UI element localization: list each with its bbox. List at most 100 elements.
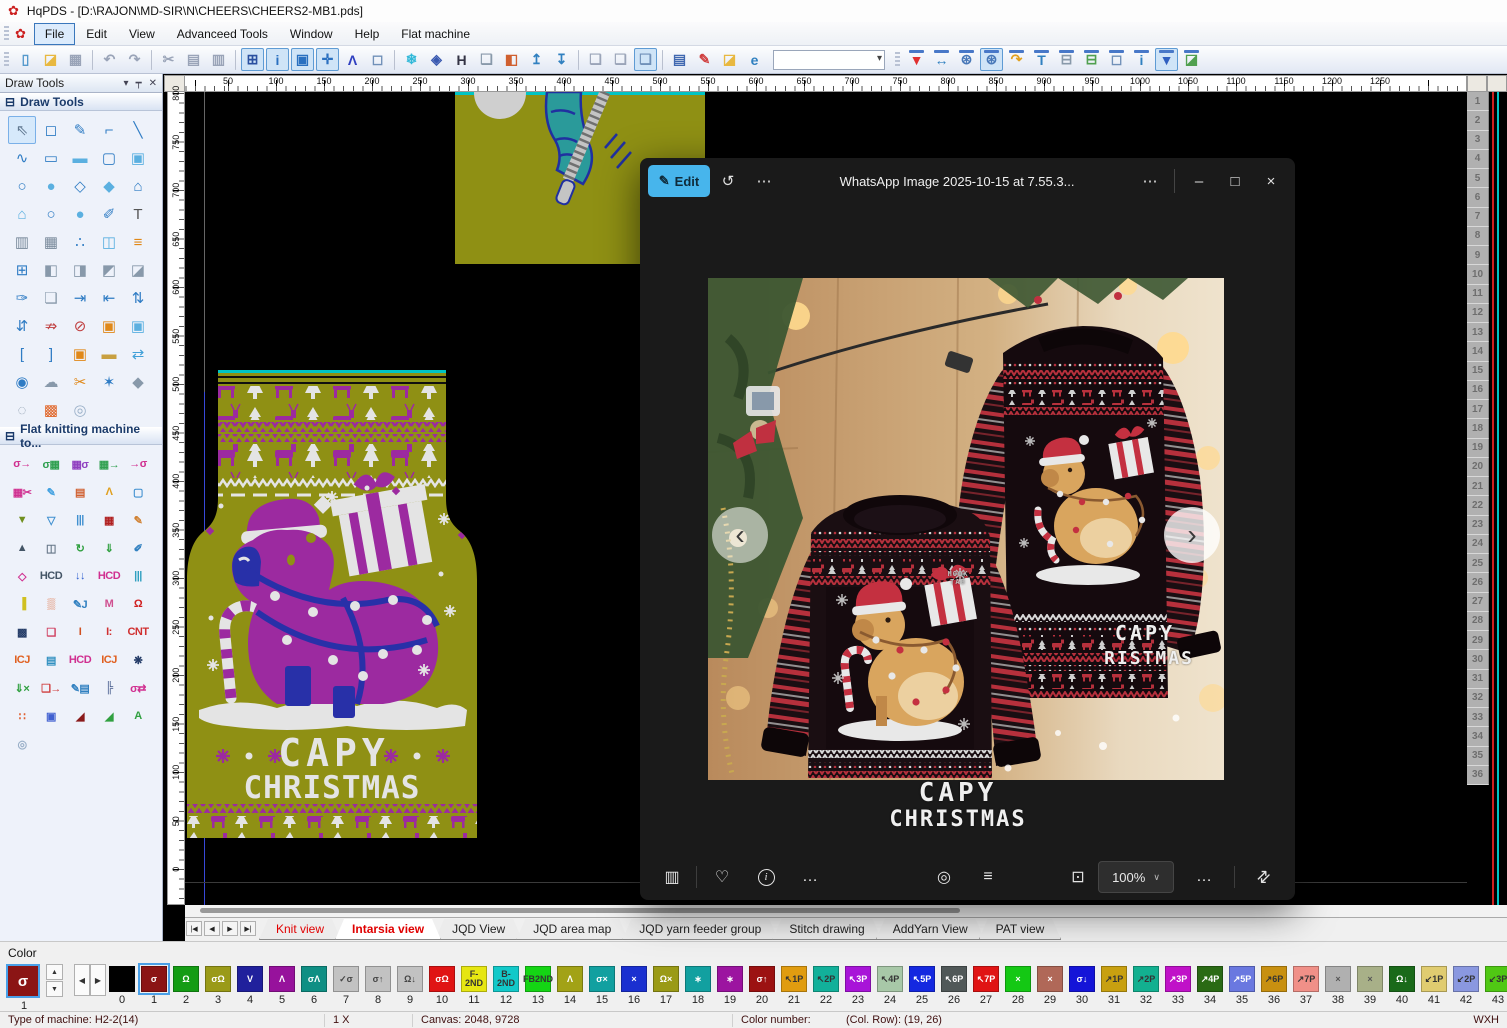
machine-tool-button[interactable]: ▒ [37,590,65,618]
palette-swatch[interactable]: ✓σ [333,966,359,992]
collapse-icon[interactable]: ⊟ [5,95,15,109]
row-number-cell[interactable]: 22 [1467,496,1489,515]
row-number-cell[interactable]: 9 [1467,246,1489,265]
palette-swatch[interactable]: ↙1P [1421,966,1447,992]
scrollbar-thumb[interactable] [200,908,960,913]
machine-tool-button[interactable]: ▦→ [95,450,123,478]
info-icon[interactable]: i [750,861,782,893]
menu-item[interactable]: Flat machine [390,23,481,45]
row-number-cell[interactable]: 36 [1467,766,1489,785]
machine-toolbar-button[interactable]: ↔ [930,48,953,71]
row-number-cell[interactable]: 28 [1467,612,1489,631]
palette-swatch[interactable]: ↖2P [813,966,839,992]
draw-tool-button[interactable]: ✂ [66,368,94,396]
rotate-icon[interactable]: ↺ [710,165,746,197]
row-number-cell[interactable]: 29 [1467,631,1489,650]
draw-tool-button[interactable]: ⇄ [124,340,152,368]
machine-tool-button[interactable]: Ω [124,590,152,618]
toolbar-button[interactable] [662,50,663,70]
palette-swatch[interactable]: Λ [557,966,583,992]
machine-tool-button[interactable]: A [124,702,152,730]
machine-tool-button[interactable]: HCD [95,562,123,590]
edit-button[interactable]: ✎ Edit [648,165,710,197]
menu-item[interactable]: Edit [75,23,118,45]
more-options-icon[interactable]: ⋯ [746,165,782,197]
palette-swatch[interactable]: F-2ND [461,966,487,992]
draw-tool-button[interactable]: ▣ [66,340,94,368]
row-number-cell[interactable]: 26 [1467,573,1489,592]
machine-tool-button[interactable]: σ→ [8,450,36,478]
toolbar-button[interactable]: i [266,48,289,71]
toolbar-button[interactable]: ⊞ [241,48,264,71]
machine-tool-button[interactable]: ▼ [8,506,36,534]
machine-toolbar-button[interactable]: T [1030,48,1053,71]
machine-toolbar-button[interactable]: ▼ [905,48,928,71]
machine-tool-button[interactable]: ❏ [37,618,65,646]
draw-tool-button[interactable]: ] [37,340,65,368]
row-number-cell[interactable]: 21 [1467,477,1489,496]
machine-tool-button[interactable]: ❏→ [37,674,65,702]
palette-swatch[interactable]: × [621,966,647,992]
palette-swatch[interactable] [109,966,135,992]
machine-tool-button[interactable]: ⇓ [95,534,123,562]
view-tab[interactable]: JQD yarn feeder group [622,919,778,940]
machine-tool-button[interactable]: ✎J [66,590,94,618]
machine-tool-button[interactable]: ✐ [124,534,152,562]
machine-tool-button[interactable]: ▦✂ [8,478,36,506]
menu-item[interactable]: File [34,23,75,45]
row-number-cell[interactable]: 24 [1467,535,1489,554]
draw-tool-button[interactable]: ✶ [95,368,123,396]
draw-tool-button[interactable]: [ [8,340,36,368]
menu-item[interactable]: Advanceed Tools [166,23,279,45]
section-flat-knitting[interactable]: ⊟ Flat knitting machine to... [0,427,162,445]
toolbar-button[interactable]: ❏ [584,48,607,71]
palette-swatch[interactable]: ↗1P [1101,966,1127,992]
row-number-cell[interactable]: 2 [1467,111,1489,130]
draw-tool-button[interactable]: ◆ [124,368,152,396]
color-spin-up[interactable]: ▲ [46,964,63,980]
minimize-icon[interactable]: – [1181,165,1217,197]
previous-photo-button[interactable]: ‹ [712,507,768,563]
machine-tool-button[interactable]: ICJ [95,646,123,674]
machine-tool-button[interactable]: ||| [124,562,152,590]
machine-tool-button[interactable]: ◎ [8,730,36,758]
machine-tool-button[interactable]: ↻ [66,534,94,562]
draw-tool-button[interactable]: ▭ [37,144,65,172]
palette-swatch[interactable]: ↗6P [1261,966,1287,992]
palette-scroll-left[interactable]: ◀ [74,964,90,996]
palette-swatch[interactable]: Λ [269,966,295,992]
row-number-cell[interactable]: 34 [1467,727,1489,746]
draw-tool-button[interactable]: ⇥ [66,284,94,312]
palette-swatch[interactable]: ∗ [717,966,743,992]
row-number-cell[interactable]: 11 [1467,285,1489,304]
machine-tool-button[interactable]: HCD [66,646,94,674]
toolbar-button[interactable]: ↥ [525,48,548,71]
machine-tool-button[interactable]: ◢ [95,702,123,730]
draw-tool-button[interactable]: ∴ [66,228,94,256]
machine-tool-button[interactable]: HCD [37,562,65,590]
row-number-cell[interactable]: 3 [1467,131,1489,150]
toolbar-button[interactable]: H [450,48,473,71]
palette-swatch[interactable]: FB2ND [525,966,551,992]
toolbar-button[interactable] [578,50,579,70]
palette-swatch[interactable]: V [237,966,263,992]
machine-tool-button[interactable]: I: [95,618,123,646]
palette-swatch[interactable]: B-2ND [493,966,519,992]
machine-tool-button[interactable]: ↓↓ [66,562,94,590]
toolbar-button[interactable] [92,50,93,70]
visual-search-icon[interactable]: ◎ [928,861,960,893]
toolbar-button[interactable]: ▤ [182,48,205,71]
machine-toolbar-button[interactable]: ◻ [1105,48,1128,71]
horizontal-scrollbar[interactable] [185,905,1507,917]
toolbar-button[interactable]: ▥ [207,48,230,71]
machine-tool-button[interactable]: ▢ [124,478,152,506]
machine-tool-button[interactable]: ❋ [124,646,152,674]
toolbar-button[interactable]: ↷ [123,48,146,71]
palette-swatch[interactable]: σ× [589,966,615,992]
machine-tool-button[interactable]: ▦ [95,506,123,534]
row-number-cell[interactable]: 13 [1467,323,1489,342]
toolbar-button[interactable]: e [743,48,766,71]
favorite-icon[interactable]: ♡ [706,861,738,893]
zoom-control[interactable]: 100%∨ [1098,861,1174,893]
draw-tool-button[interactable]: ◪ [124,256,152,284]
